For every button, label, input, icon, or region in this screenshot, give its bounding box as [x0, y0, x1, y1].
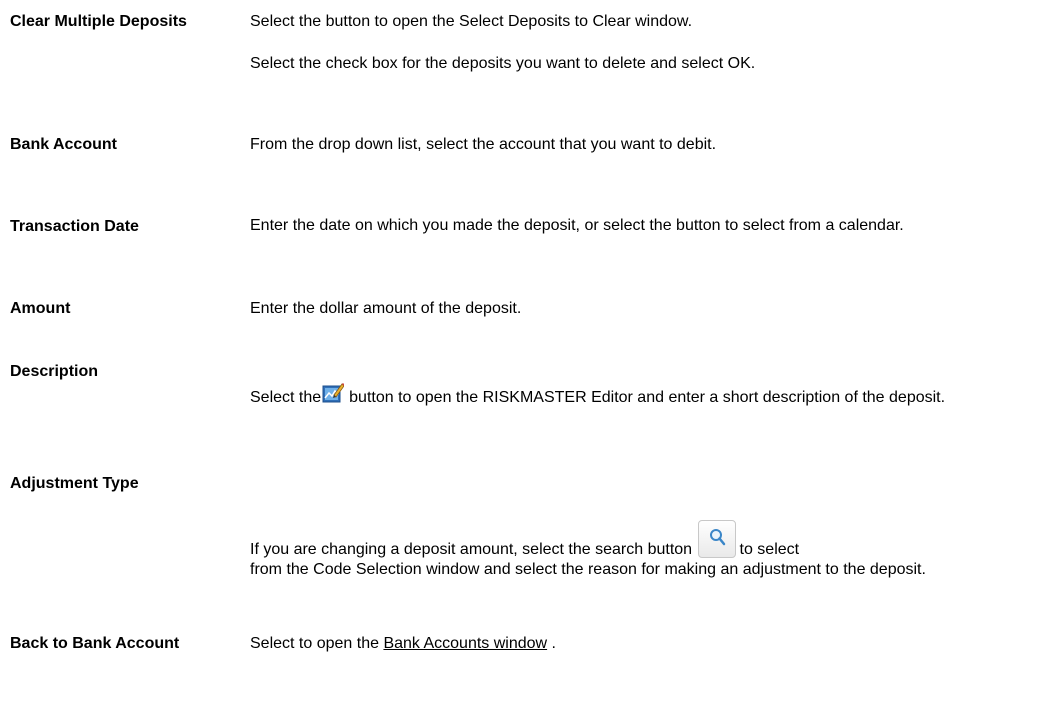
desc-adjustment-type-line1-before: If you are changing a deposit amount, se… [250, 541, 693, 558]
search-icon [709, 529, 725, 546]
desc-back-before: Select to open the [250, 635, 379, 652]
edit-icon [322, 382, 345, 404]
bank-accounts-window-link[interactable]: Bank Accounts window [383, 635, 547, 652]
search-button[interactable] [697, 520, 736, 558]
desc-description: Select the button to open the RISKMASTER… [250, 382, 1040, 408]
term-back-to-bank-account: Back to Bank Account [10, 635, 180, 652]
desc-adjustment-type: If you are changing a deposit amount, se… [250, 520, 1040, 580]
desc-amount: Enter the dollar amount of the deposit. [250, 300, 522, 317]
term-clear-multiple-deposits: Clear Multiple Deposits [10, 13, 187, 30]
desc-clear-multiple-deposits-line2: Select the check box for the deposits yo… [250, 55, 756, 72]
desc-back-after: . [547, 635, 556, 652]
term-description: Description [10, 363, 99, 380]
term-adjustment-type: Adjustment Type [10, 475, 139, 492]
desc-adjustment-type-rest: from the Code Selection window and selec… [250, 561, 926, 578]
term-bank-account: Bank Account [10, 136, 117, 153]
desc-description-after: button to open the RISKMASTER Editor and… [349, 389, 946, 406]
desc-bank-account: From the drop down list, select the acco… [250, 136, 717, 153]
desc-description-before: Select the [250, 389, 322, 406]
desc-back-to-bank-account: Select to open the Bank Accounts window … [250, 634, 1030, 654]
desc-transaction-date: Enter the date on which you made the dep… [250, 217, 904, 234]
term-amount: Amount [10, 300, 71, 317]
desc-clear-multiple-deposits-line1: Select the button to open the Select Dep… [250, 13, 693, 30]
term-transaction-date: Transaction Date [10, 218, 139, 235]
desc-adjustment-type-line1-after: to select [739, 541, 800, 558]
desc-clear-multiple-deposits: Select the button to open the Select Dep… [250, 12, 1030, 74]
